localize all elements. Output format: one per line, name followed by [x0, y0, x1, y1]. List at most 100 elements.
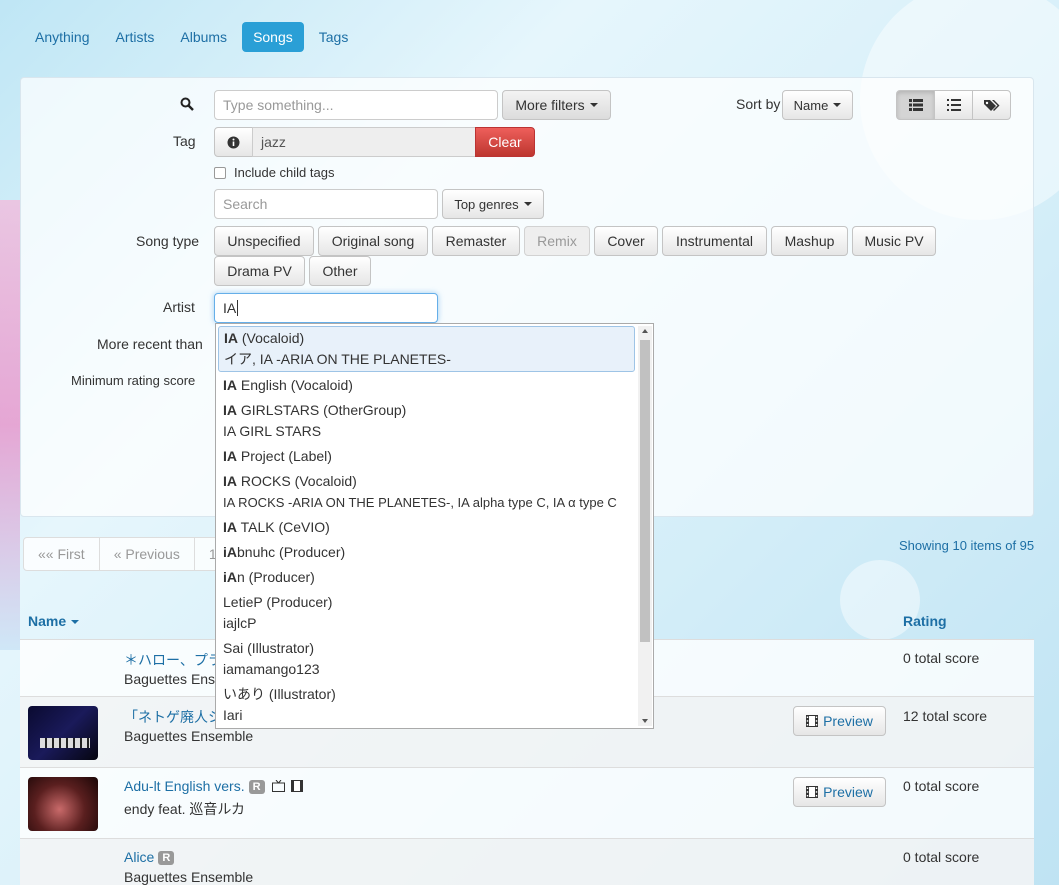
tab-artists[interactable]: Artists	[104, 22, 165, 52]
song-type-other[interactable]: Other	[309, 256, 371, 286]
item-aliases: イア, IA -ARIA ON THE PLANETES-	[224, 351, 451, 367]
preview-button[interactable]: Preview	[793, 706, 886, 736]
autocomplete-item[interactable]: いあり (Illustrator) Iari	[216, 682, 637, 728]
preview-button[interactable]: Preview	[793, 777, 886, 807]
top-genres-label: Top genres	[454, 196, 519, 212]
chevron-down-icon	[589, 103, 598, 107]
artist-label: Artist	[163, 299, 195, 315]
tag-name-field: jazz	[252, 127, 476, 157]
rating-badge: R	[158, 851, 175, 865]
details-list-icon	[908, 99, 923, 111]
tag-info-button[interactable]	[214, 127, 253, 157]
rating-score: 0 total score	[903, 650, 980, 666]
sort-desc-icon	[71, 620, 80, 625]
song-type-original[interactable]: Original song	[318, 226, 428, 256]
song-title-link[interactable]: ＊ハロー、プラ	[124, 650, 222, 670]
tab-tags[interactable]: Tags	[308, 22, 360, 52]
item-label: n (Producer)	[237, 569, 315, 585]
song-title: Adu-lt English vers.	[124, 778, 245, 794]
search-icon	[180, 97, 194, 114]
autocomplete-item[interactable]: IA Project (Label)	[216, 444, 637, 469]
rating-score: 12 total score	[903, 708, 988, 724]
song-title: Alice	[124, 849, 155, 865]
autocomplete-item[interactable]: iAn (Producer)	[216, 565, 637, 590]
search-type-tabs: Anything Artists Albums Songs Tags	[24, 22, 359, 52]
autocomplete-item[interactable]: IA ROCKS (Vocaloid) IA ROCKS -ARIA ON TH…	[216, 469, 637, 515]
clear-tag-button[interactable]: Clear	[475, 127, 535, 157]
more-filters-label: More filters	[515, 97, 585, 113]
sort-value: Name	[793, 97, 829, 113]
autocomplete-item[interactable]: IA GIRLSTARS (OtherGroup) IA GIRL STARS	[216, 398, 637, 444]
list-view-button[interactable]	[934, 90, 973, 120]
tab-songs[interactable]: Songs	[242, 22, 304, 52]
match-text: IA	[223, 473, 237, 489]
item-label: GIRLSTARS (OtherGroup)	[237, 402, 407, 418]
song-type-remix[interactable]: Remix	[524, 226, 590, 256]
song-type-drama-pv[interactable]: Drama PV	[214, 256, 305, 286]
song-type-remaster[interactable]: Remaster	[432, 226, 520, 256]
background-decoration	[0, 200, 20, 650]
tags-view-button[interactable]	[972, 90, 1011, 120]
piano-keys-decoration	[40, 738, 90, 748]
top-genres-dropdown[interactable]: Top genres	[442, 189, 544, 219]
item-label: TALK (CeVIO)	[237, 519, 330, 535]
search-input[interactable]: Type something...	[214, 90, 498, 120]
match-text: IA	[223, 448, 237, 464]
song-title-link[interactable]: 「ネトゲ廃人シ	[124, 707, 222, 727]
song-artist: Baguettes Ensemble	[124, 869, 254, 885]
song-type-instrumental[interactable]: Instrumental	[662, 226, 767, 256]
song-title-link[interactable]: Adu-lt English vers. R	[124, 778, 304, 794]
sort-label: Sort by	[736, 96, 781, 112]
item-label: English (Vocaloid)	[237, 377, 353, 393]
scrollbar-thumb[interactable]	[640, 340, 650, 642]
artist-autocomplete-dropdown: IA (Vocaloid) イア, IA -ARIA ON THE PLANET…	[215, 323, 654, 729]
autocomplete-item[interactable]: IA (Vocaloid) イア, IA -ARIA ON THE PLANET…	[218, 326, 635, 372]
song-thumbnail[interactable]	[28, 706, 98, 760]
rating-score: 0 total score	[903, 778, 980, 794]
previous-page-button[interactable]: « Previous	[98, 537, 195, 571]
artist-search-input[interactable]: IA	[214, 293, 438, 323]
song-type-music-pv[interactable]: Music PV	[852, 226, 936, 256]
more-filters-button[interactable]: More filters	[502, 90, 611, 120]
more-recent-label: More recent than	[97, 336, 203, 352]
item-label: (Vocaloid)	[238, 330, 305, 346]
autocomplete-item[interactable]: IA English (Vocaloid)	[216, 373, 637, 398]
text-cursor	[237, 300, 239, 316]
item-label: いあり (Illustrator)	[223, 686, 336, 702]
rating-column-header: Rating	[903, 613, 947, 629]
song-title-link[interactable]: Alice R	[124, 849, 175, 865]
match-text: iA	[223, 544, 237, 560]
match-text: iA	[223, 569, 237, 585]
film-icon	[291, 780, 304, 792]
tab-anything[interactable]: Anything	[24, 22, 100, 52]
details-view-button[interactable]	[896, 90, 935, 120]
preview-label: Preview	[823, 784, 873, 800]
autocomplete-item[interactable]: iAbnuhc (Producer)	[216, 540, 637, 565]
name-column-label: Name	[28, 613, 67, 629]
item-label: LetieP (Producer)	[223, 594, 333, 610]
rating-score: 0 total score	[903, 849, 980, 865]
first-page-button[interactable]: «« First	[23, 537, 100, 571]
min-rating-label: Minimum rating score	[71, 373, 196, 388]
match-text: IA	[223, 377, 237, 393]
name-column-header[interactable]: Name	[28, 613, 80, 629]
table-row: Alice R Baguettes Ensemble 0 total score	[20, 838, 1034, 885]
song-type-mashup[interactable]: Mashup	[771, 226, 848, 256]
song-type-cover[interactable]: Cover	[594, 226, 658, 256]
tab-albums[interactable]: Albums	[169, 22, 238, 52]
scroll-down-icon	[642, 719, 648, 723]
autocomplete-item[interactable]: Sai (Illustrator) iamamango123	[216, 636, 637, 682]
item-aliases: Iari	[223, 707, 243, 723]
sort-dropdown[interactable]: Name	[782, 90, 853, 120]
song-thumbnail[interactable]	[28, 777, 98, 831]
item-aliases: iajlcP	[223, 615, 257, 631]
preview-label: Preview	[823, 713, 873, 729]
include-child-tags-checkbox[interactable]	[214, 167, 226, 179]
item-label: bnuhc (Producer)	[237, 544, 346, 560]
item-aliases: IA GIRL STARS	[223, 423, 322, 439]
song-type-unspecified[interactable]: Unspecified	[214, 226, 314, 256]
autocomplete-list: IA (Vocaloid) イア, IA -ARIA ON THE PLANET…	[216, 325, 637, 728]
tag-search-input[interactable]: Search	[214, 189, 438, 219]
autocomplete-item[interactable]: LetieP (Producer) iajlcP	[216, 590, 637, 636]
autocomplete-item[interactable]: IA TALK (CeVIO)	[216, 515, 637, 540]
